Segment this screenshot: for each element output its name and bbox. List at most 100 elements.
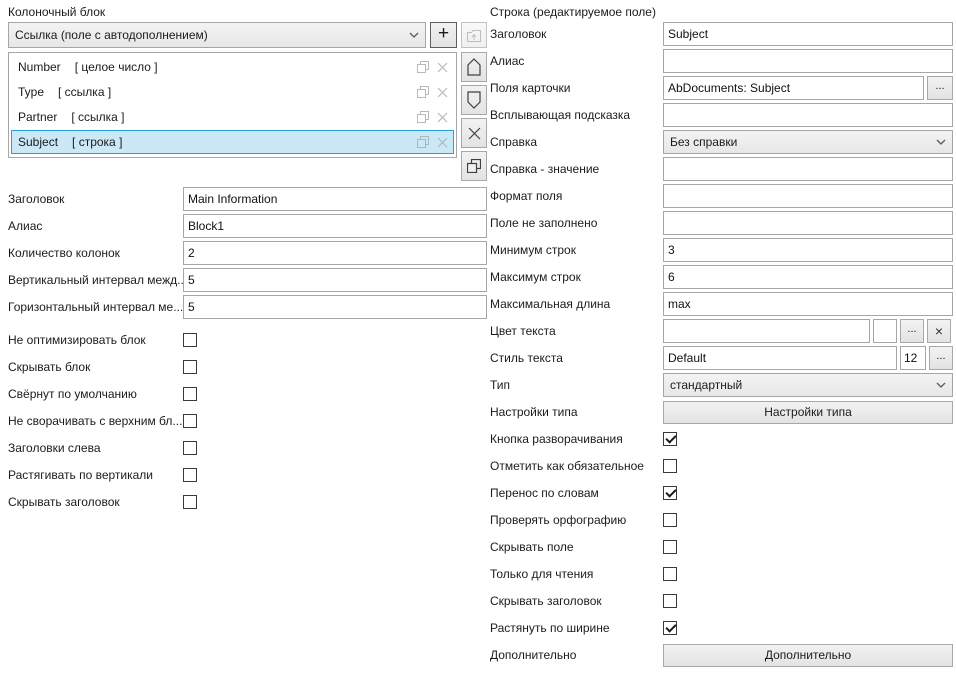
form-row-max-lines: Максимум строк (490, 265, 953, 289)
field-label: Алиас (490, 54, 663, 68)
text-color-browse-button[interactable]: ... (900, 319, 924, 343)
move-down-icon (467, 91, 481, 109)
field-alias-input[interactable] (663, 49, 953, 73)
close-icon: × (935, 324, 943, 338)
checkbox-headers-left[interactable] (183, 441, 197, 455)
paste-field-button[interactable] (461, 22, 487, 48)
copy-icon (417, 61, 429, 73)
type-settings-button[interactable]: Настройки типа (663, 401, 953, 424)
font-size-input[interactable] (900, 346, 926, 370)
check-row: Скрывать заголовок (490, 589, 953, 613)
type-combobox-value: стандартный (670, 378, 932, 392)
list-item-type[interactable]: Type [ ссылка ] (11, 80, 454, 104)
field-label: Настройки типа (490, 405, 663, 419)
type-combobox[interactable]: стандартный (663, 373, 953, 397)
checkbox-label: Проверять орфографию (490, 513, 663, 527)
copy-icon (417, 111, 429, 123)
checkbox-stretch-vertical[interactable] (183, 468, 197, 482)
text-color-clear-button[interactable]: × (927, 319, 951, 343)
field-empty-input[interactable] (663, 211, 953, 235)
text-style-input[interactable] (663, 346, 897, 370)
field-type-row: Ссылка (поле с автодополнением) + (8, 22, 487, 48)
form-row-vspacing: Вертикальный интервал межд... (8, 268, 487, 292)
check-row: Перенос по словам (490, 481, 953, 505)
move-up-icon (467, 58, 481, 76)
check-row: Скрывать поле (490, 535, 953, 559)
reference-combobox-value: Без справки (670, 135, 932, 149)
check-row: Кнопка разворачивания (490, 427, 953, 451)
checkbox-spellcheck[interactable] (663, 513, 677, 527)
delete-item-button[interactable] (461, 118, 487, 148)
checkbox-label: Скрывать заголовок (8, 495, 183, 509)
left-checkbox-section: Не оптимизировать блок Скрывать блок Свё… (8, 328, 487, 514)
checkbox-hide-header-left[interactable] (183, 495, 197, 509)
tooltip-input[interactable] (663, 103, 953, 127)
card-fields-browse-button[interactable]: ... (927, 76, 953, 100)
block-alias-input[interactable] (183, 214, 487, 238)
move-down-button[interactable] (461, 85, 487, 115)
check-row: Только для чтения (490, 562, 953, 586)
string-field-panel: Строка (редактируемое поле) Заголовок Ал… (490, 5, 953, 670)
checkbox-read-only[interactable] (663, 567, 677, 581)
block-header-input[interactable] (183, 187, 487, 211)
check-row: Свёрнут по умолчанию (8, 382, 487, 406)
fields-listbox[interactable]: Number [ целое число ] Type [ ссылка ] P… (8, 52, 457, 158)
checkbox-hide-block[interactable] (183, 360, 197, 374)
field-label: Количество колонок (8, 246, 183, 260)
checkbox-label: Растянуть по ширине (490, 621, 663, 635)
text-color-input[interactable] (663, 319, 870, 343)
color-swatch (873, 319, 897, 343)
move-up-button[interactable] (461, 52, 487, 82)
paste-into-folder-icon (466, 28, 482, 43)
checkbox-label: Скрывать заголовок (490, 594, 663, 608)
field-label: Заголовок (490, 27, 663, 41)
add-field-button[interactable]: + (430, 22, 457, 48)
vertical-spacing-input[interactable] (183, 268, 487, 292)
field-label: Всплывающая подсказка (490, 108, 663, 122)
field-name: Type (18, 85, 44, 99)
card-fields-input[interactable] (663, 76, 924, 100)
field-type-combobox[interactable]: Ссылка (поле с автодополнением) (8, 22, 426, 48)
check-row: Отметить как обязательное (490, 454, 953, 478)
copy-icon (417, 86, 429, 98)
form-row-text-style: Стиль текста ... (490, 346, 953, 370)
delete-icon (437, 112, 448, 123)
form-row-columns: Количество колонок (8, 241, 487, 265)
max-lines-input[interactable] (663, 265, 953, 289)
checkbox-label: Свёрнут по умолчанию (8, 387, 183, 401)
text-style-browse-button[interactable]: ... (929, 346, 953, 370)
checkbox-expand-button[interactable] (663, 432, 677, 446)
horizontal-spacing-input[interactable] (183, 295, 487, 319)
reference-combobox[interactable]: Без справки (663, 130, 953, 154)
form-row-header: Заголовок (8, 187, 487, 211)
checkbox-no-optimize-block[interactable] (183, 333, 197, 347)
form-row-reference-value: Справка - значение (490, 157, 953, 181)
checkbox-stretch-width[interactable] (663, 621, 677, 635)
form-row-header: Заголовок (490, 22, 953, 46)
max-length-input[interactable] (663, 292, 953, 316)
list-item-number[interactable]: Number [ целое число ] (11, 55, 454, 79)
checkbox-mark-required[interactable] (663, 459, 677, 473)
column-count-input[interactable] (183, 241, 487, 265)
copy-icon (417, 136, 429, 148)
list-item-partner[interactable]: Partner [ ссылка ] (11, 105, 454, 129)
checkbox-hide-field[interactable] (663, 540, 677, 554)
min-lines-input[interactable] (663, 238, 953, 262)
field-label: Максимум строк (490, 270, 663, 284)
checkbox-collapsed-by-default[interactable] (183, 387, 197, 401)
checkbox-hide-header[interactable] (663, 594, 677, 608)
checkbox-no-collapse-with-top[interactable] (183, 414, 197, 428)
form-row-more: Дополнительно Дополнительно (490, 643, 953, 667)
field-label: Горизонтальный интервал ме... (8, 300, 183, 314)
duplicate-item-button[interactable] (461, 151, 487, 181)
checkbox-label: Не сворачивать с верхним бл... (8, 414, 183, 428)
more-button[interactable]: Дополнительно (663, 644, 953, 667)
checkbox-word-wrap[interactable] (663, 486, 677, 500)
field-format-input[interactable] (663, 184, 953, 208)
list-item-subject[interactable]: Subject [ строка ] (11, 130, 454, 154)
checkbox-label: Растягивать по вертикали (8, 468, 183, 482)
delete-icon (437, 87, 448, 98)
check-row: Не сворачивать с верхним бл... (8, 409, 487, 433)
reference-value-input[interactable] (663, 157, 953, 181)
field-header-input[interactable] (663, 22, 953, 46)
